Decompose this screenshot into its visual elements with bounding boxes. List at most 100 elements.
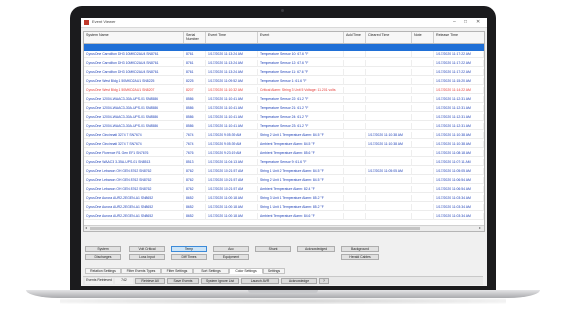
table-row[interactable]: CyrusOne 12004-WAAC3-30A-UPS-01 SN8586 85… <box>84 96 484 103</box>
table-row[interactable]: CyrusOne Carrollton DH3 10MKD2AU4 SN8761… <box>84 51 484 58</box>
settings-tab[interactable]: Filter Events Types <box>121 268 161 274</box>
scrollbar-thumb[interactable] <box>90 227 420 230</box>
horizontal-scrollbar[interactable]: ◂ ▸ <box>84 225 484 231</box>
table-cell: CyrusOne Carrollton DH3 10MKD2AU4 SN8761 <box>84 51 184 58</box>
table-cell: 1/17/2020 11:10:41 AM <box>206 114 258 121</box>
table-cell <box>366 51 412 58</box>
table-row[interactable]: CyrusOne Aurora AUR2-2EGEN-A1 SN8652 8652… <box>84 195 484 202</box>
column-header-release-time[interactable]: Release Time <box>434 32 484 43</box>
filter-button[interactable]: Equipment <box>213 254 249 260</box>
table-row[interactable]: CyrusOne 12004-WAAC3-30A-UPS-01 SN8586 85… <box>84 114 484 121</box>
table-cell: Temperature Sensor 23: 61.2 °F <box>258 123 344 130</box>
filter-button[interactable]: Discharges <box>85 254 121 260</box>
table-cell: 7674 <box>184 141 206 148</box>
table-cell: 7674 <box>184 132 206 139</box>
filter-button[interactable]: Volt Critical <box>129 246 165 252</box>
table-cell: 1/17/2020 11:10:41 AM <box>206 96 258 103</box>
table-cell: CyrusOne Lebanon OH GEN 8762 SN8762 <box>84 168 184 175</box>
table-cell: CyrusOne Carrollton DH3 10MKD2AU4 SN8761 <box>84 69 184 76</box>
toolbar-button[interactable]: System Ignore List <box>201 278 239 284</box>
settings-tab[interactable]: Relation Settings <box>85 268 121 274</box>
table-row[interactable]: CyrusOne 12004-WAAC3-30A-UPS-01 SN8586 85… <box>84 123 484 130</box>
table-row[interactable]: CyrusOne Aurora AUR2-2EGEN-A1 SN8652 8652… <box>84 213 484 220</box>
settings-tab[interactable]: Sort Settings <box>193 268 229 274</box>
table-cell <box>412 114 434 121</box>
table-cell: Temperature Sensor 22: 61.2 °F <box>258 96 344 103</box>
settings-tab[interactable]: Settings <box>263 268 285 274</box>
table-row[interactable]: CyrusOne Carrollton DH3 10MKD2AU4 SN8761… <box>84 69 484 76</box>
events-count: 742 <box>115 278 133 284</box>
table-cell: 8586 <box>184 96 206 103</box>
table-cell: 1/17/2020 10:21:57 AM <box>206 186 258 193</box>
column-header-system-name[interactable]: System Name <box>84 32 184 43</box>
selected-row[interactable] <box>84 44 484 51</box>
table-cell: String 2 Unit 1 Temperature Alarm: 84.5 … <box>258 132 344 139</box>
filter-button[interactable]: Diff Times <box>171 254 207 260</box>
toolbar-button[interactable]: ? <box>319 278 329 284</box>
filter-panel: System Volt Critical Temp Acc Shunt Acknowled… <box>83 232 483 285</box>
filter-button[interactable]: Acknowledged <box>297 246 335 252</box>
table-cell <box>344 114 366 121</box>
table-cell <box>344 105 366 112</box>
filter-button[interactable]: Shunt <box>255 246 291 252</box>
grid-header: System Name Serial Number Event Time Eve… <box>84 32 484 44</box>
table-row[interactable]: CyrusOne West Bldg 1 50MKD2AU1 SN8207 820… <box>84 87 484 94</box>
table-row[interactable]: CyrusOne Aurora AUR2-2EGEN-A1 SN8652 8652… <box>84 204 484 211</box>
table-cell <box>366 159 412 166</box>
table-row[interactable]: CyrusOne Lebanon OH GEN 8762 SN8762 8762 1… <box>84 186 484 193</box>
column-header-note[interactable]: Note <box>412 32 434 43</box>
table-cell: 1/17/2020 11:10:38 AM <box>434 141 484 148</box>
table-cell: 8652 <box>184 213 206 220</box>
filter-button[interactable]: Acc <box>213 246 249 252</box>
table-cell: 1/17/2020 11:06:54 AM <box>434 177 484 184</box>
table-cell: 1/17/2020 11:13:24 AM <box>206 60 258 67</box>
scroll-left-icon[interactable]: ◂ <box>85 225 87 230</box>
table-cell: CyrusOne Aurora AUR2-2EGEN-A1 SN8652 <box>84 213 184 220</box>
table-row[interactable]: CyrusOne Cincinnati 3274 7 SN7674 7674 1/1… <box>84 141 484 148</box>
filter-button[interactable]: Loss Input <box>129 254 165 260</box>
toolbar-button[interactable]: Save Events <box>167 278 199 284</box>
table-row[interactable]: CyrusOne Cincinnati 3274 7 SN7674 7674 1/1… <box>84 132 484 139</box>
table-cell <box>366 186 412 193</box>
toolbar-button[interactable]: Launch AVR <box>241 278 279 284</box>
column-header-serial[interactable]: Serial Number <box>184 32 206 43</box>
toolbar-button[interactable]: Acknowledge <box>281 278 317 284</box>
table-cell <box>344 51 366 58</box>
settings-tab[interactable]: Color Settings <box>229 268 263 274</box>
table-cell <box>366 150 412 157</box>
scroll-right-icon[interactable]: ▸ <box>479 225 481 230</box>
table-cell: 8513 <box>184 159 206 166</box>
table-row[interactable]: CyrusOne Lebanon OH GEN 8762 SN8762 8762 1… <box>84 168 484 175</box>
table-cell: 1/17/2020 11:17:22 AM <box>434 69 484 76</box>
column-header-ack-time[interactable]: Ack/Time <box>344 32 366 43</box>
maximize-button[interactable]: □ <box>464 19 467 25</box>
table-cell <box>344 195 366 202</box>
table-cell: 1/17/2020 11:00:18 AM <box>206 213 258 220</box>
filter-button[interactable]: Temp <box>171 246 207 252</box>
table-cell: CyrusOne Aurora AUR2-2EGEN-A1 SN8652 <box>84 204 184 211</box>
table-cell <box>412 60 434 67</box>
table-cell: Ambient Temperature Alarm: 84.5 °F <box>258 141 344 148</box>
filter-button[interactable]: Herald Cables <box>341 254 379 260</box>
table-cell <box>412 87 434 94</box>
toolbar-button[interactable]: Retrieve All <box>135 278 165 284</box>
table-cell <box>344 69 366 76</box>
filter-button[interactable]: System <box>85 246 121 252</box>
table-row[interactable]: CyrusOne West Bldg 1 50MKD2AU1 SN8225 822… <box>84 78 484 85</box>
column-header-event-time[interactable]: Event Time <box>206 32 258 43</box>
table-cell <box>344 123 366 130</box>
filter-button[interactable]: Background <box>341 246 379 252</box>
column-header-cleared-time[interactable]: Cleared Time <box>366 32 412 43</box>
column-header-event[interactable]: Event <box>258 32 344 43</box>
table-row[interactable]: CyrusOne Carrollton DH3 10MKD2AU4 SN8761… <box>84 60 484 67</box>
settings-tab[interactable]: Filter Settings <box>161 268 193 274</box>
minimize-button[interactable]: – <box>453 19 456 25</box>
table-row[interactable]: CyrusOne 12004-WAAC3-30A-UPS-01 SN8586 85… <box>84 105 484 112</box>
table-cell: 7676 <box>184 150 206 157</box>
close-button[interactable]: ✕ <box>476 19 480 25</box>
table-row[interactable]: CyrusOne WAAC3 3-35A-UPS-01 SN8513 8513 1/… <box>84 159 484 166</box>
table-row[interactable]: CyrusOne Florence R1 Gen EF1 SN7676 7676 1… <box>84 150 484 157</box>
table-row[interactable]: CyrusOne Lebanon OH GEN 8762 SN8762 8762 1… <box>84 177 484 184</box>
table-cell <box>366 96 412 103</box>
table-cell <box>412 78 434 85</box>
